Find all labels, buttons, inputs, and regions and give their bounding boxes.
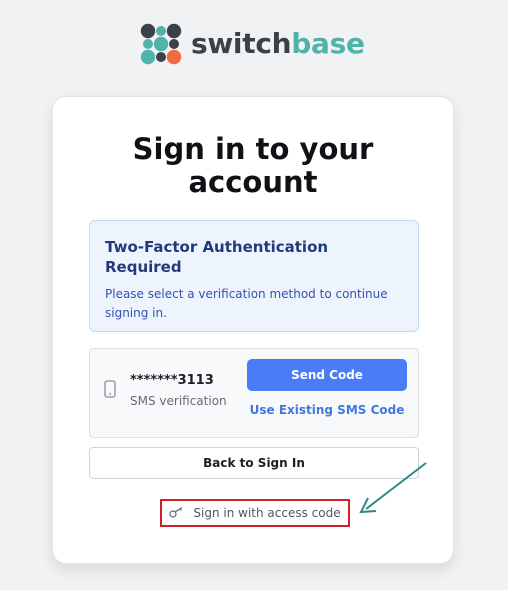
two-factor-notice: Two-Factor Authentication Required Pleas…	[89, 220, 419, 332]
masked-phone-number: *******3113	[130, 373, 214, 388]
key-icon	[169, 506, 185, 521]
sms-method-card: *******3113 SMS verification Send Code U…	[89, 348, 419, 438]
access-code-label: Sign in with access code	[193, 506, 341, 520]
notice-text: Please select a verification method to c…	[105, 287, 388, 320]
send-code-button[interactable]: Send Code	[247, 359, 407, 391]
signin-card: Sign in to your account Two-Factor Authe…	[52, 96, 454, 564]
logo-text-base: base	[291, 27, 365, 60]
sign-in-with-access-code-link[interactable]: Sign in with access code	[160, 499, 350, 527]
page-title: Sign in to your account	[132, 132, 374, 199]
back-to-sign-in-button[interactable]: Back to Sign In	[89, 447, 419, 479]
use-existing-sms-code-link[interactable]: Use Existing SMS Code	[247, 403, 407, 417]
logo-mark-icon	[139, 22, 183, 66]
notice-title: Two-Factor Authentication Required	[105, 238, 329, 276]
method-type-label: SMS verification	[130, 394, 227, 408]
switchbase-logo: switchbase	[139, 22, 365, 66]
logo-text-switch: switch	[191, 27, 292, 60]
logo-wordmark: switchbase	[191, 22, 365, 66]
mobile-phone-icon	[104, 380, 116, 402]
